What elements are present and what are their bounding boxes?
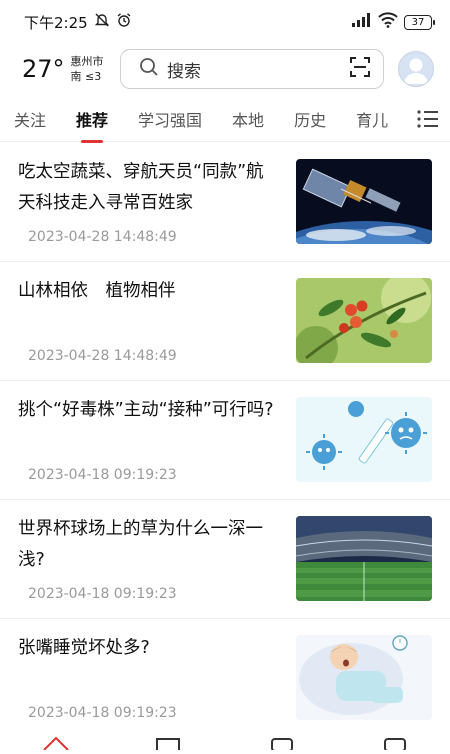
search-placeholder: 搜索 (167, 61, 201, 82)
status-bar: 下午2:25 37 (0, 0, 450, 44)
category-tabs: 关注 推荐 学习强国 本地 历史 育儿 (0, 96, 450, 143)
news-item[interactable]: 张嘴睡觉坏处多? 2023-04-18 09:19:23 (0, 619, 450, 738)
battery-indicator: 37 (404, 14, 435, 30)
scan-icon[interactable] (349, 56, 371, 82)
berries-image (296, 278, 432, 363)
news-thumbnail[interactable] (296, 278, 432, 363)
wifi-icon (378, 12, 398, 32)
tab-history[interactable]: 历史 (294, 107, 326, 131)
news-item[interactable]: 挑个“好毒株”主动“接种”可行吗? 2023-04-18 09:19:23 (0, 381, 450, 500)
status-time: 下午2:25 (24, 13, 88, 32)
news-feed: 吃太空蔬菜、穿航天员“同款”航天科技走入寻常百姓家 2023-04-28 14:… (0, 143, 450, 738)
news-thumbnail[interactable] (296, 397, 432, 482)
tabs-fade (384, 96, 410, 140)
news-title[interactable]: 山林相依 植物相伴 (18, 276, 276, 307)
status-right: 37 (352, 12, 435, 32)
search-icon (139, 57, 159, 81)
city-name: 惠州市 (70, 55, 104, 68)
tab-follow[interactable]: 关注 (14, 107, 46, 131)
top-bar: 27° 惠州市 南 ≤3 搜索 (0, 44, 450, 94)
news-title[interactable]: 张嘴睡觉坏处多? (18, 633, 276, 664)
news-item[interactable]: 世界杯球场上的草为什么一深一浅? 2023-04-18 09:19:23 (0, 500, 450, 619)
mute-icon (94, 12, 110, 32)
bottom-nav (0, 735, 450, 752)
stadium-image (296, 516, 432, 601)
search-bar[interactable]: 搜索 (120, 49, 384, 89)
news-title[interactable]: 挑个“好毒株”主动“接种”可行吗? (18, 395, 276, 426)
virus-image (296, 397, 432, 482)
user-icon (404, 58, 428, 84)
alarm-icon (116, 12, 132, 32)
status-left: 下午2:25 (24, 12, 132, 33)
news-time: 2023-04-18 09:19:23 (28, 467, 177, 483)
news-thumbnail[interactable] (296, 159, 432, 244)
news-time: 2023-04-28 14:48:49 (28, 229, 177, 245)
weather-widget[interactable]: 27° 惠州市 南 ≤3 (22, 54, 120, 84)
news-time: 2023-04-28 14:48:49 (28, 348, 177, 364)
news-thumbnail[interactable] (296, 635, 432, 720)
user-avatar[interactable] (398, 51, 434, 87)
news-item[interactable]: 吃太空蔬菜、穿航天员“同款”航天科技走入寻常百姓家 2023-04-28 14:… (0, 143, 450, 262)
news-item[interactable]: 山林相依 植物相伴 2023-04-28 14:48:49 (0, 262, 450, 381)
tab-recommend[interactable]: 推荐 (76, 107, 108, 143)
signal-icon (352, 13, 372, 31)
satellite-image (296, 159, 432, 244)
tab-local[interactable]: 本地 (232, 107, 264, 131)
news-time: 2023-04-18 09:19:23 (28, 586, 177, 602)
menu-icon[interactable] (416, 108, 440, 130)
tab-xuexi[interactable]: 学习强国 (138, 107, 202, 131)
sleeping-child-image (296, 635, 432, 720)
news-title[interactable]: 吃太空蔬菜、穿航天员“同款”航天科技走入寻常百姓家 (18, 157, 276, 219)
location-info: 惠州市 南 ≤3 (71, 54, 104, 84)
temperature: 27° (22, 55, 65, 83)
news-time: 2023-04-18 09:19:23 (28, 705, 177, 721)
news-thumbnail[interactable] (296, 516, 432, 601)
news-title[interactable]: 世界杯球场上的草为什么一深一浅? (18, 514, 276, 576)
wind-info: 南 ≤3 (70, 70, 102, 83)
